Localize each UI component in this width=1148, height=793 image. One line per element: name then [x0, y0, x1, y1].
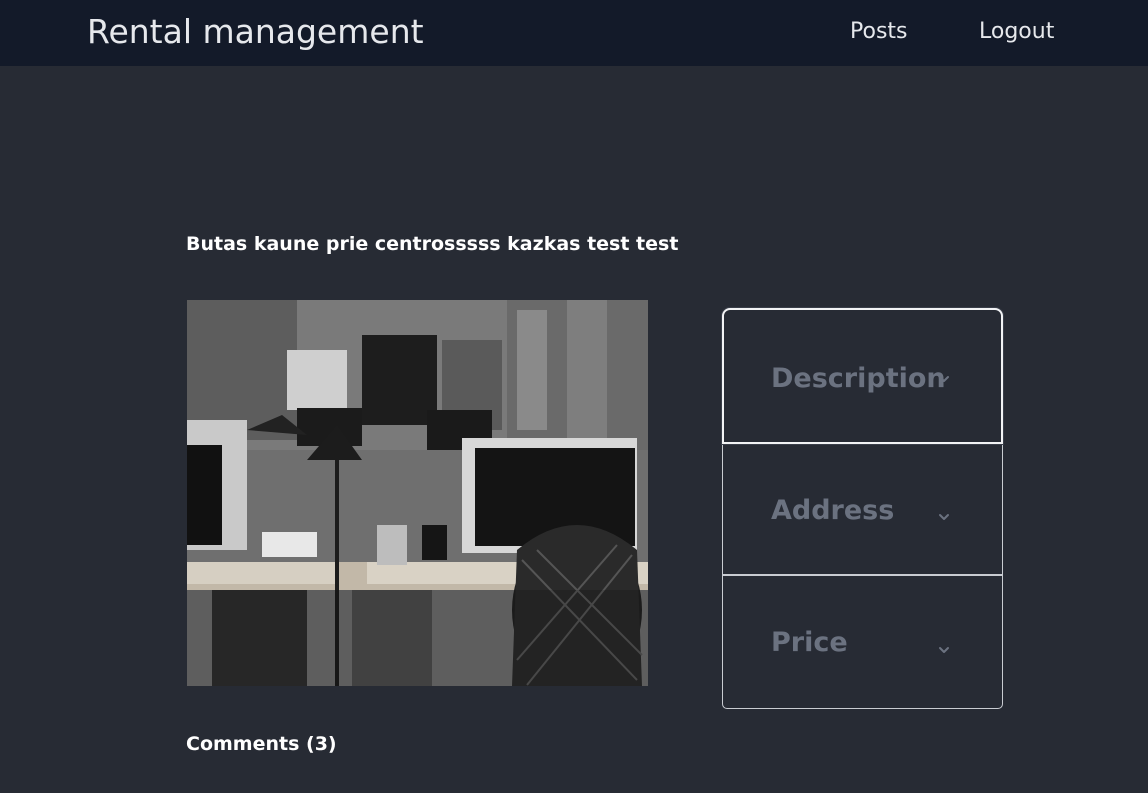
accordion-price[interactable]: Price — [722, 575, 1003, 709]
accordion-address[interactable]: Address — [722, 443, 1003, 575]
nav-link-logout[interactable]: Logout — [979, 16, 1054, 48]
post-details-accordion: Description Address Price — [722, 308, 1005, 709]
brand-link[interactable]: Rental management — [87, 11, 424, 53]
office-photo-icon — [187, 300, 648, 686]
top-navbar: Rental management Posts Logout — [0, 0, 1148, 66]
comments-heading: Comments (3) — [186, 733, 337, 755]
accordion-description[interactable]: Description — [722, 308, 1003, 444]
chevron-down-icon — [939, 514, 949, 520]
accordion-price-label: Price — [771, 627, 848, 658]
chevron-down-icon — [939, 647, 949, 653]
nav-link-posts[interactable]: Posts — [850, 16, 908, 48]
accordion-description-label: Description — [771, 363, 946, 394]
chevron-down-icon — [939, 376, 949, 382]
post-title: Butas kaune prie centrosssss kazkas test… — [186, 233, 679, 255]
accordion-address-label: Address — [771, 495, 895, 526]
post-image — [187, 300, 648, 686]
